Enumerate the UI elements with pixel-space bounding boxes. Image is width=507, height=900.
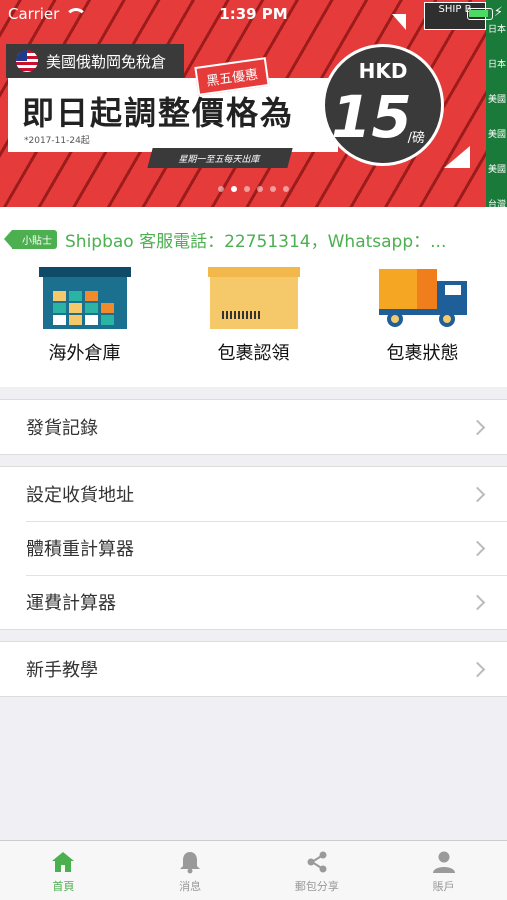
chevron-right-icon	[469, 661, 486, 677]
notice-bar[interactable]: 小貼士 Shipbao 客服電話：22751314，Whatsapp：...	[4, 227, 447, 252]
menu-item-label: 發貨記錄	[26, 418, 98, 439]
price-currency: HKD	[358, 59, 408, 83]
price-value: 15	[331, 83, 412, 151]
carousel-dots[interactable]	[0, 186, 507, 192]
tab-label: 郵包分享	[294, 880, 339, 893]
menu-item-shipping-records[interactable]: 發貨記錄	[0, 400, 507, 454]
truck-icon	[377, 267, 469, 331]
banner-next-slide-peek: 日本 日本 美國 美國 美國 台灣	[486, 0, 507, 207]
banner-headline: 即日起調整價格為	[22, 94, 295, 132]
tab-label: 首頁	[52, 880, 75, 893]
tab-parcel-share[interactable]: 郵包分享	[254, 841, 381, 900]
tab-messages[interactable]: 消息	[127, 841, 254, 900]
side-item: 台灣	[488, 200, 507, 207]
promo-banner[interactable]: Carrier 1:39 PM 日本 日本 美國 美國 美國 台灣 SHIP B…	[0, 0, 507, 207]
status-time: 1:39 PM	[219, 5, 288, 23]
tab-home[interactable]: 首頁	[0, 841, 127, 900]
tab-label: 消息	[179, 880, 202, 893]
chevron-right-icon	[469, 594, 486, 610]
menu-group-help: 新手教學	[0, 641, 507, 697]
account-icon	[432, 851, 455, 873]
menu-item-label: 新手教學	[26, 660, 98, 681]
notice-text: Shipbao 客服電話：22751314，Whatsapp：...	[65, 232, 447, 252]
menu-item-label: 體積重計算器	[26, 539, 134, 560]
tab-bar: 首頁 消息 郵包分享 賬戶	[0, 840, 507, 900]
feature-grid: 海外倉庫 包裹認領 包裹狀態	[0, 267, 507, 365]
banner-date: *2017-11-24起	[24, 136, 90, 146]
carousel-dot[interactable]	[283, 186, 289, 192]
status-bar: Carrier 1:39 PM	[0, 0, 507, 28]
carousel-dot[interactable]	[218, 186, 224, 192]
menu-item-tutorial[interactable]: 新手教學	[0, 642, 507, 696]
carousel-dot[interactable]	[244, 186, 250, 192]
us-flag-icon	[16, 50, 38, 72]
feature-parcel-status[interactable]: 包裹狀態	[338, 267, 507, 365]
parcel-icon	[207, 267, 300, 331]
warehouse-icon	[38, 267, 131, 331]
top-tag-label: 美國俄勒岡免稅倉	[46, 52, 167, 71]
feature-overseas-warehouse[interactable]: 海外倉庫	[0, 267, 169, 365]
tab-label: 賬戶	[432, 880, 455, 893]
bell-icon	[180, 852, 201, 874]
schedule-text: 星期一至五每天出庫	[177, 154, 262, 165]
menu-item-label: 設定收貨地址	[26, 485, 134, 506]
tip-badge: 小貼士	[4, 230, 57, 249]
menu-item-freight-calculator[interactable]: 運費計算器	[0, 575, 507, 629]
schedule-bar: 星期一至五每天出庫	[147, 148, 293, 168]
menu-item-label: 運費計算器	[26, 593, 116, 614]
price-badge: HKD 15 /磅	[322, 44, 444, 166]
side-item: 美國	[488, 165, 507, 175]
feature-label: 包裹狀態	[386, 343, 459, 364]
chevron-right-icon	[469, 486, 486, 502]
menu-group-shipping: 發貨記錄	[0, 399, 507, 455]
price-unit: /磅	[407, 131, 425, 146]
feature-parcel-claim[interactable]: 包裹認領	[169, 267, 338, 365]
home-panel: 小貼士 Shipbao 客服電話：22751314，Whatsapp：... 海…	[0, 207, 507, 387]
home-icon	[52, 852, 75, 872]
banner-top-tag: 美國俄勒岡免稅倉	[6, 44, 185, 78]
share-icon	[307, 851, 327, 873]
carousel-dot[interactable]	[270, 186, 276, 192]
carousel-dot[interactable]	[231, 186, 237, 192]
side-item: 日本	[488, 60, 507, 70]
carousel-dot[interactable]	[257, 186, 263, 192]
chevron-right-icon	[469, 419, 486, 435]
deco-triangle	[444, 146, 470, 168]
side-item: 美國	[488, 95, 507, 105]
feature-label: 包裹認領	[217, 343, 290, 364]
side-item: 美國	[488, 130, 507, 140]
menu-item-volume-calculator[interactable]: 體積重計算器	[0, 521, 507, 575]
chevron-right-icon	[469, 540, 486, 556]
tab-account[interactable]: 賬戶	[380, 841, 507, 900]
menu-group-tools: 設定收貨地址 體積重計算器 運費計算器	[0, 466, 507, 630]
menu-item-set-address[interactable]: 設定收貨地址	[0, 467, 507, 521]
feature-label: 海外倉庫	[48, 343, 121, 364]
